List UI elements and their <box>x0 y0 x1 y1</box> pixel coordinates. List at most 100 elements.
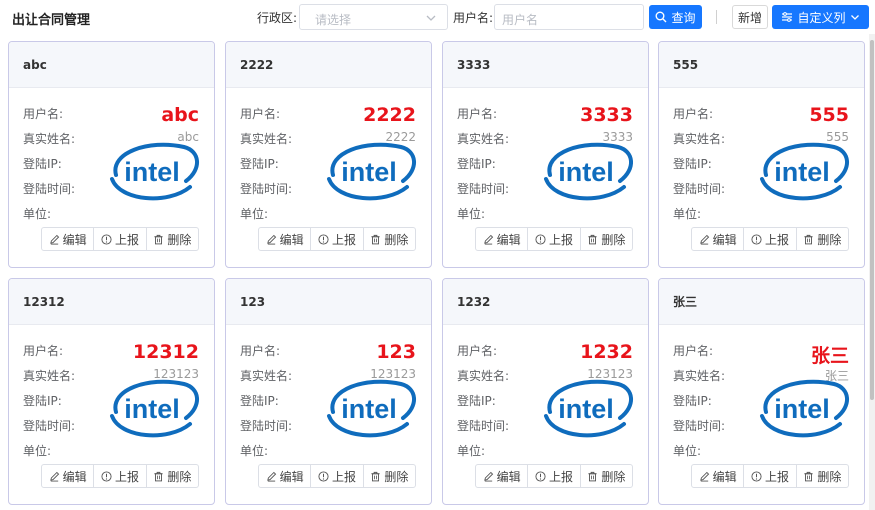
label-unit: 单位: <box>23 444 52 458</box>
delete-button[interactable]: 删除 <box>147 228 198 250</box>
delete-label: 删除 <box>601 232 626 247</box>
card-title-text: 张三 <box>673 295 698 309</box>
label-login-time: 登陆时间: <box>23 182 76 196</box>
report-label: 上报 <box>331 469 356 484</box>
report-label: 上报 <box>114 232 139 247</box>
scrollbar-thumb[interactable] <box>870 40 874 400</box>
pencil-icon <box>483 471 493 482</box>
label-login-ip: 登陆IP: <box>240 157 279 171</box>
page-title: 出让合同管理 <box>12 13 91 28</box>
card-title-text: abc <box>23 57 47 72</box>
label-realname: 真实姓名: <box>673 132 726 146</box>
edit-button[interactable]: 编辑 <box>476 228 529 250</box>
card-action-group: 编辑 上报 删除 <box>258 227 416 251</box>
trash-icon <box>154 234 163 244</box>
delete-button[interactable]: 删除 <box>797 465 848 487</box>
edit-label: 编辑 <box>496 469 521 484</box>
pencil-icon <box>266 234 276 245</box>
delete-label: 删除 <box>601 469 626 484</box>
edit-button[interactable]: 编辑 <box>42 465 95 487</box>
report-label: 上报 <box>764 469 789 484</box>
delete-label: 删除 <box>167 232 192 247</box>
intel-logo: intel <box>544 142 633 201</box>
username-input[interactable]: 用户名 <box>494 4 644 30</box>
label-realname: 真实姓名: <box>23 369 76 383</box>
svg-text:intel: intel <box>341 157 397 187</box>
add-label: 新增 <box>737 10 762 25</box>
svg-text:intel: intel <box>558 157 614 187</box>
card-title-text: 3333 <box>457 57 491 72</box>
toolbar-divider <box>716 10 717 24</box>
info-circle-icon <box>535 470 546 482</box>
filter-sliders-icon <box>782 12 793 22</box>
region-select[interactable]: 请选择 <box>299 4 448 30</box>
edit-button[interactable]: 编辑 <box>692 465 745 487</box>
delete-button[interactable]: 删除 <box>581 228 632 250</box>
report-button[interactable]: 上报 <box>94 228 147 250</box>
label-username: 用户名: <box>457 107 498 121</box>
username-value: abc <box>161 104 199 126</box>
trash-icon <box>154 471 163 481</box>
user-card: 2222 用户名: 真实姓名: 登陆IP: 登陆时间: 单位: 2222 2222 intel 编… <box>225 41 432 268</box>
label-unit: 单位: <box>673 444 702 458</box>
delete-button[interactable]: 删除 <box>364 228 415 250</box>
label-realname: 真实姓名: <box>457 369 510 383</box>
info-circle-icon <box>318 233 329 245</box>
username-label: 用户名: <box>453 11 494 25</box>
trash-icon <box>804 471 813 481</box>
delete-button[interactable]: 删除 <box>364 465 415 487</box>
pencil-icon <box>49 234 59 245</box>
delete-button[interactable]: 删除 <box>147 465 198 487</box>
username-value: 12312 <box>132 341 199 363</box>
username-value: 123 <box>376 341 416 363</box>
report-button[interactable]: 上报 <box>94 465 147 487</box>
card-title-text: 2222 <box>240 57 274 72</box>
card-title: abc <box>9 42 214 88</box>
username-value: 2222 <box>363 104 416 126</box>
label-username: 用户名: <box>240 344 281 358</box>
username-value: 555 <box>809 104 849 126</box>
delete-button[interactable]: 删除 <box>797 228 848 250</box>
user-card: abc 用户名: 真实姓名: 登陆IP: 登陆时间: 单位: abc abc intel 编辑 上报… <box>8 41 215 268</box>
report-button[interactable]: 上报 <box>744 465 797 487</box>
report-label: 上报 <box>114 469 139 484</box>
edit-button[interactable]: 编辑 <box>42 228 95 250</box>
report-button[interactable]: 上报 <box>744 228 797 250</box>
info-circle-icon <box>318 470 329 482</box>
card-title-text: 1232 <box>457 294 491 309</box>
edit-button[interactable]: 编辑 <box>476 465 529 487</box>
delete-label: 删除 <box>384 469 409 484</box>
label-login-ip: 登陆IP: <box>23 157 62 171</box>
svg-text:intel: intel <box>774 157 830 187</box>
delete-button[interactable]: 删除 <box>581 465 632 487</box>
edit-button[interactable]: 编辑 <box>692 228 745 250</box>
query-label: 查询 <box>671 10 696 25</box>
label-username: 用户名: <box>673 344 714 358</box>
edit-button[interactable]: 编辑 <box>259 228 312 250</box>
card-action-group: 编辑 上报 删除 <box>41 227 199 251</box>
label-login-time: 登陆时间: <box>457 419 510 433</box>
label-login-time: 登陆时间: <box>240 419 293 433</box>
report-button[interactable]: 上报 <box>528 465 581 487</box>
edit-button[interactable]: 编辑 <box>259 465 312 487</box>
svg-text:intel: intel <box>124 394 180 424</box>
pencil-icon <box>699 471 709 482</box>
report-button[interactable]: 上报 <box>311 465 364 487</box>
label-login-ip: 登陆IP: <box>240 394 279 408</box>
report-label: 上报 <box>764 232 789 247</box>
report-button[interactable]: 上报 <box>528 228 581 250</box>
label-login-ip: 登陆IP: <box>673 157 712 171</box>
card-title: 555 <box>659 42 864 88</box>
username-value: 张三 <box>810 345 849 367</box>
chevron-down-icon <box>426 15 436 21</box>
label-unit: 单位: <box>673 207 702 221</box>
report-button[interactable]: 上报 <box>311 228 364 250</box>
edit-label: 编辑 <box>712 469 737 484</box>
label-login-ip: 登陆IP: <box>457 394 496 408</box>
label-unit: 单位: <box>23 207 52 221</box>
card-title-text: 12312 <box>23 294 65 309</box>
region-label: 行政区: <box>257 11 298 25</box>
query-button[interactable]: 查询 <box>649 5 702 29</box>
add-button[interactable]: 新增 <box>732 5 768 29</box>
custom-columns-button[interactable]: 自定义列 <box>772 5 869 29</box>
